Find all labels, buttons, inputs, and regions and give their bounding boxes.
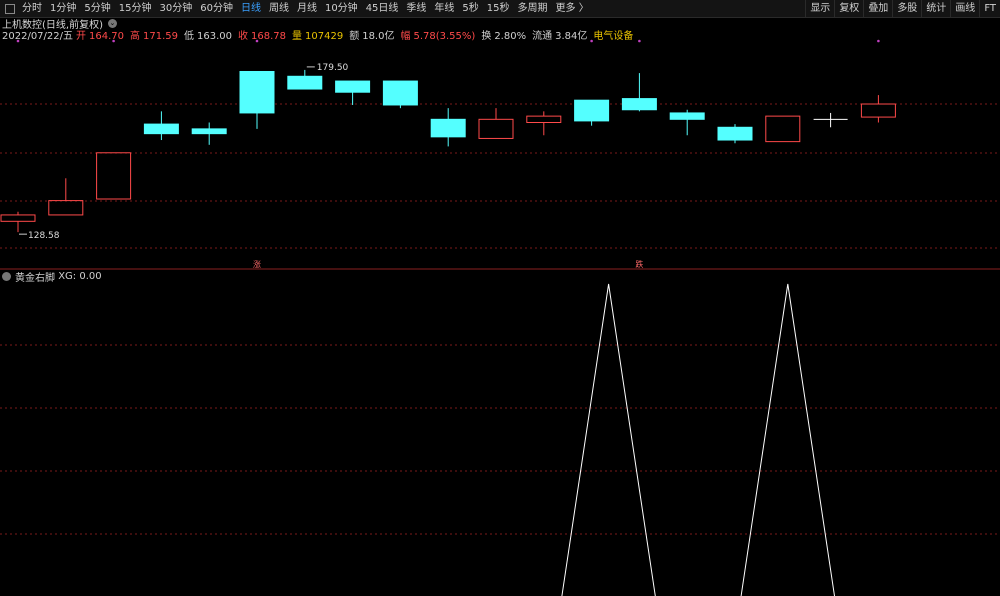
high-price-label: 179.50 [317, 63, 349, 73]
candle [574, 99, 610, 126]
candle-body [191, 128, 227, 135]
candle [813, 112, 848, 128]
candle [96, 152, 132, 200]
signal-marker [112, 39, 115, 43]
candle [717, 124, 753, 144]
candle [430, 108, 466, 147]
candle-body [0, 214, 36, 222]
indicator-spike [561, 283, 656, 596]
signal-tag: 涨 [253, 259, 261, 269]
candle-body [669, 112, 705, 120]
signal-tag: 跌 [635, 259, 643, 269]
candle [478, 108, 514, 139]
candle-body [143, 123, 179, 135]
candle-body [621, 98, 657, 111]
low-price-label: 128.58 [28, 231, 60, 241]
candle [860, 95, 896, 123]
candle [335, 80, 371, 105]
kline-chart[interactable]: 179.50 128.58 涨 跌 [0, 0, 1000, 596]
candle-body [430, 118, 466, 138]
candle [239, 71, 275, 129]
signal-marker [16, 39, 20, 43]
candle-body [765, 115, 801, 143]
candle-body [239, 71, 275, 114]
candle [143, 111, 179, 141]
candle [765, 115, 801, 143]
signal-marker [255, 39, 259, 43]
candle [191, 122, 227, 145]
candle-body [526, 115, 562, 123]
candle [48, 178, 84, 216]
candle [669, 109, 705, 136]
candle-body [478, 118, 514, 139]
candle [621, 73, 657, 112]
candle-body [860, 103, 896, 118]
candle-body [717, 126, 753, 141]
candle-body [382, 80, 418, 106]
signal-marker [877, 39, 880, 43]
candle [0, 211, 36, 233]
signal-marker [590, 39, 593, 43]
candle-body [335, 80, 371, 93]
indicator-spike [740, 283, 836, 596]
candle-body [287, 75, 323, 90]
candle [526, 111, 562, 136]
candle-body [96, 152, 132, 200]
candle [382, 80, 418, 109]
candle-body [574, 99, 610, 122]
signal-marker [638, 39, 641, 43]
candle-body [48, 200, 84, 216]
